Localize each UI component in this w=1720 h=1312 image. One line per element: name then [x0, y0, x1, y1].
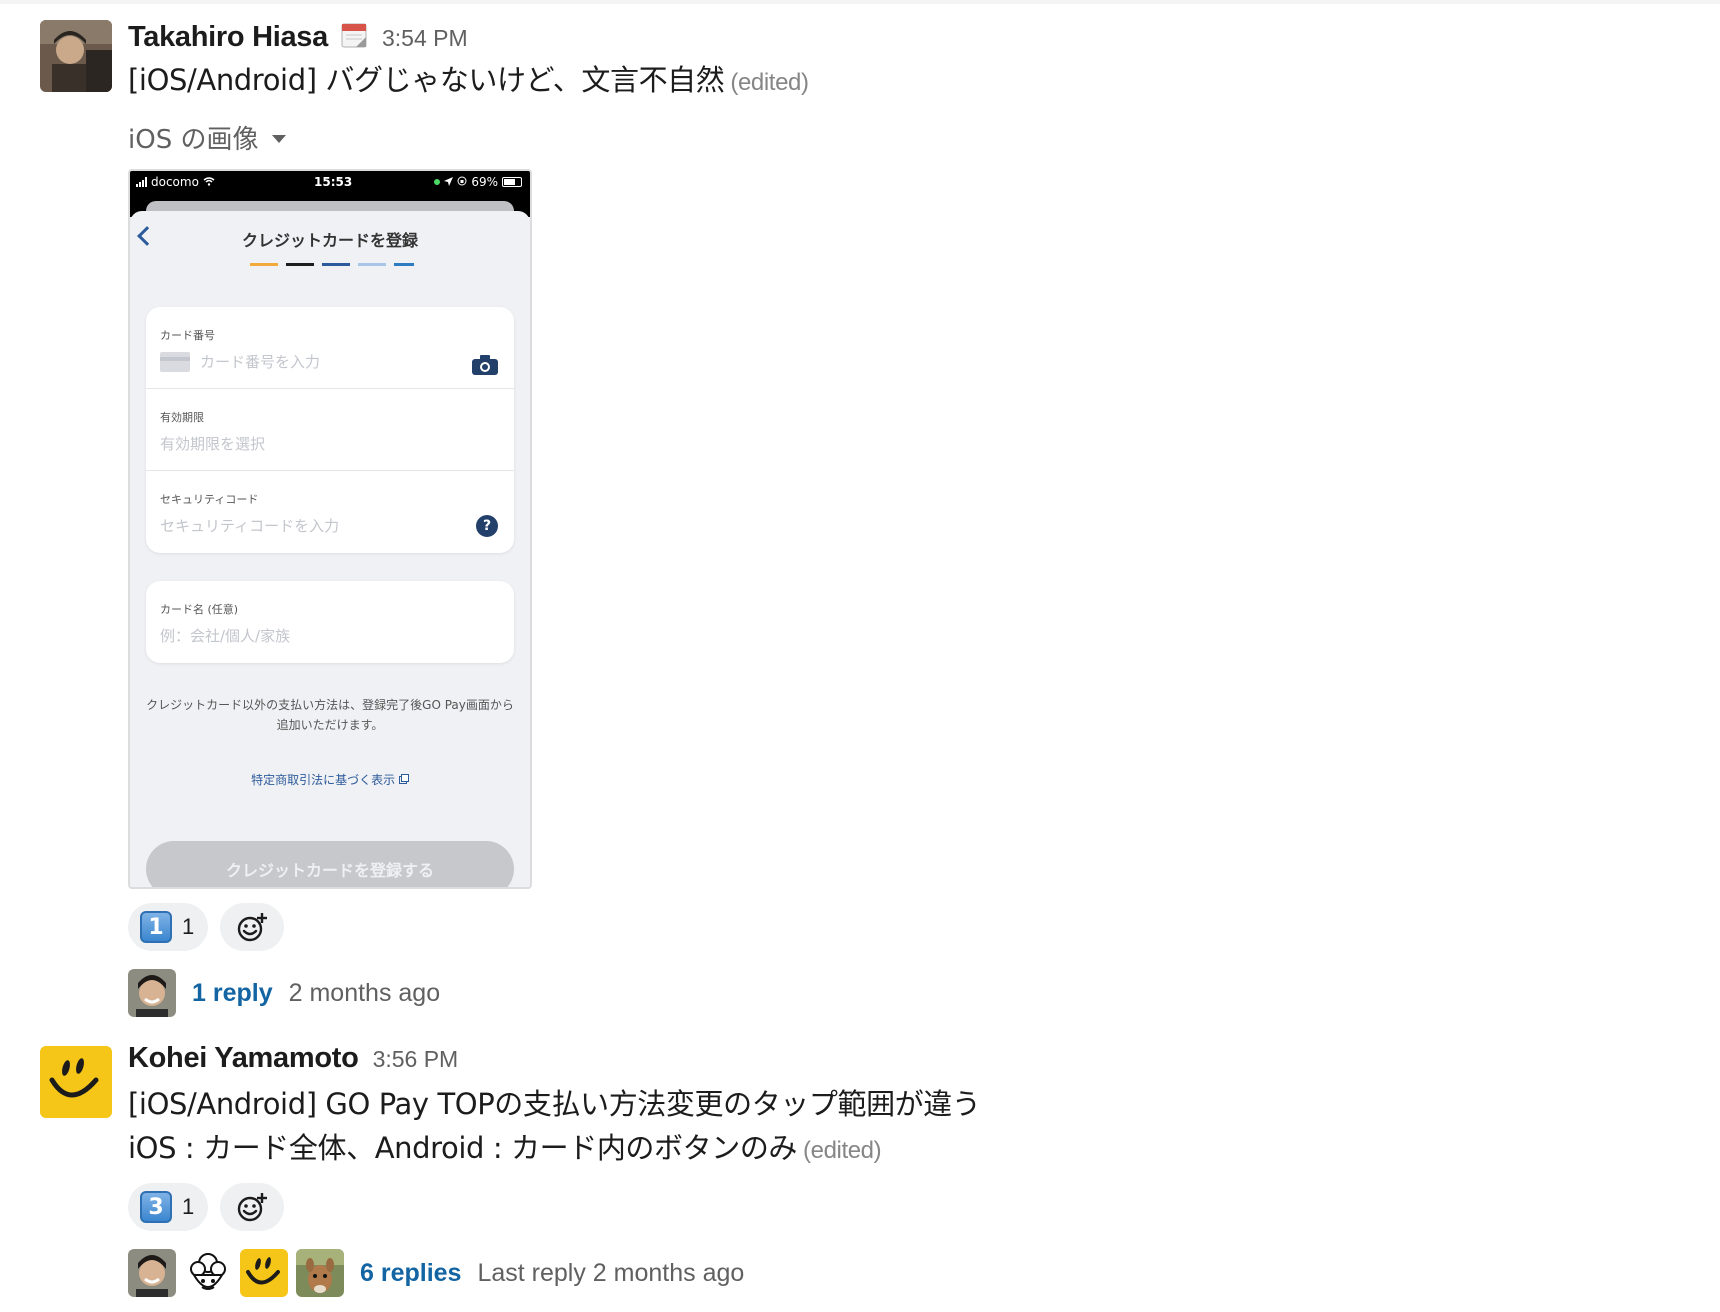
caret-down-icon[interactable] [272, 135, 287, 143]
thread-participant-avatar [296, 1249, 344, 1297]
phone-status-right: 69% [434, 175, 522, 189]
message-timestamp[interactable]: 3:56 PM [373, 1046, 459, 1073]
message-content: Kohei Yamamoto 3:56 PM [iOS/Android] GO … [128, 1042, 1680, 1297]
payment-note: クレジットカード以外の支払い方法は、登録完了後GO Pay画面から追加いただけま… [146, 698, 514, 732]
field-label: カード番号 [160, 329, 215, 342]
add-reaction-button[interactable] [220, 903, 285, 951]
thread-summary[interactable]: 1 reply 2 months ago [128, 969, 1680, 1017]
field-placeholder: 例：会社/個人/家族 [160, 627, 291, 645]
edited-label: (edited) [730, 69, 809, 96]
avatar-takahiro[interactable] [40, 20, 112, 92]
camera-icon[interactable] [472, 355, 498, 379]
message-content: Takahiro Hiasa 3:54 PM [iOS/Android] バグじ… [128, 18, 1680, 1017]
avatar-kohei[interactable] [40, 1046, 112, 1118]
calendar-icon[interactable] [340, 21, 368, 49]
battery-percent: 69% [471, 175, 498, 189]
carrier-name: docomo [151, 175, 199, 189]
file-toggle[interactable]: iOS の画像 [128, 119, 1680, 155]
reaction-keycap-1[interactable]: 1 1 [128, 903, 209, 951]
keycap-3-icon: 3 [140, 1191, 172, 1223]
file-name: iOS の画像 [128, 124, 259, 155]
card-name-field[interactable]: カード名 (任意) 例：会社/個人/家族 [146, 581, 514, 663]
phone-carrier: docomo [136, 175, 215, 189]
message-text: [iOS/Android] GO Pay TOPの支払い方法変更のタップ範囲が違… [128, 1082, 1680, 1173]
register-card-button[interactable]: クレジットカードを登録する [146, 841, 514, 887]
author-name[interactable]: Takahiro Hiasa [128, 21, 328, 54]
reaction-keycap-3[interactable]: 3 1 [128, 1183, 209, 1231]
add-reaction-button[interactable] [220, 1183, 285, 1231]
reactions-bar: 3 1 [128, 1183, 1680, 1231]
field-placeholder: セキュリティコードを入力 [160, 517, 340, 535]
card-name-group: カード名 (任意) 例：会社/個人/家族 [146, 581, 514, 663]
message-body: [iOS/Android] バグじゃないけど、文言不自然 [128, 63, 725, 97]
replies-link[interactable]: 6 replies [360, 1259, 461, 1288]
thread-participant-avatar [128, 969, 176, 1017]
legal-notice-link[interactable]: 特定商取引法に基づく表示 [130, 771, 530, 788]
reactions-bar: 1 1 [128, 903, 1680, 951]
attached-image-ios[interactable]: docomo 15:53 69% クレジットカードを登録 カード番号 カード番号… [128, 169, 532, 889]
edited-label: (edited) [803, 1137, 882, 1164]
field-label: 有効期限 [160, 411, 204, 424]
top-divider [0, 0, 1720, 4]
message-line-1: [iOS/Android] GO Pay TOPの支払い方法変更のタップ範囲が違… [128, 1087, 981, 1121]
field-placeholder: 有効期限を選択 [160, 435, 266, 453]
card-brand-logos [250, 263, 414, 266]
message-text: [iOS/Android] バグじゃないけど、文言不自然 (edited) [128, 58, 1680, 105]
screen-title: クレジットカードを登録 [241, 231, 418, 250]
register-card-sheet: クレジットカードを登録 カード番号 カード番号を入力 有効期限 有効期限を選択 … [130, 211, 530, 887]
location-arrow-icon [444, 175, 454, 189]
author-name[interactable]: Kohei Yamamoto [128, 1042, 359, 1075]
security-code-field[interactable]: セキュリティコード セキュリティコードを入力 ? [146, 471, 514, 553]
replies-link[interactable]: 1 reply [192, 979, 273, 1008]
green-dot-icon [434, 179, 441, 185]
orientation-lock-icon [457, 175, 467, 189]
external-link-icon [398, 774, 409, 784]
keycap-1-icon: 1 [140, 911, 172, 943]
reaction-count: 1 [182, 1194, 195, 1219]
last-reply-time: 2 months ago [288, 978, 441, 1007]
thread-participant-avatar [128, 1249, 176, 1297]
thread-participant-avatar [184, 1249, 232, 1297]
message-line-2: iOS : カード全体、Android : カード内のボタンのみ (edited) [128, 1131, 882, 1165]
message-header: Takahiro Hiasa 3:54 PM [128, 18, 1680, 54]
signal-icon [136, 177, 147, 187]
card-details-group: カード番号 カード番号を入力 有効期限 有効期限を選択 セキュリティコード セキ… [146, 307, 514, 553]
expiry-date-field[interactable]: 有効期限 有効期限を選択 [146, 389, 514, 471]
thread-summary[interactable]: 6 replies Last reply 2 months ago [128, 1249, 1680, 1297]
field-label: カード名 (任意) [160, 603, 239, 616]
help-question-icon[interactable]: ? [476, 515, 498, 537]
reaction-count: 1 [182, 914, 195, 939]
add-emoji-icon [238, 1193, 268, 1222]
message-header: Kohei Yamamoto 3:56 PM [128, 1042, 1680, 1078]
battery-icon [502, 177, 522, 187]
card-number-field[interactable]: カード番号 カード番号を入力 [146, 307, 514, 389]
credit-card-icon [160, 351, 190, 372]
thread-participant-avatar [240, 1249, 288, 1297]
field-label: セキュリティコード [160, 493, 259, 506]
wifi-icon [203, 175, 215, 189]
last-reply-time: Last reply 2 months ago [477, 1258, 745, 1287]
field-placeholder: カード番号を入力 [160, 351, 500, 372]
phone-clock: 15:53 [314, 175, 353, 189]
message-timestamp[interactable]: 3:54 PM [382, 25, 468, 52]
add-emoji-icon [238, 913, 268, 942]
